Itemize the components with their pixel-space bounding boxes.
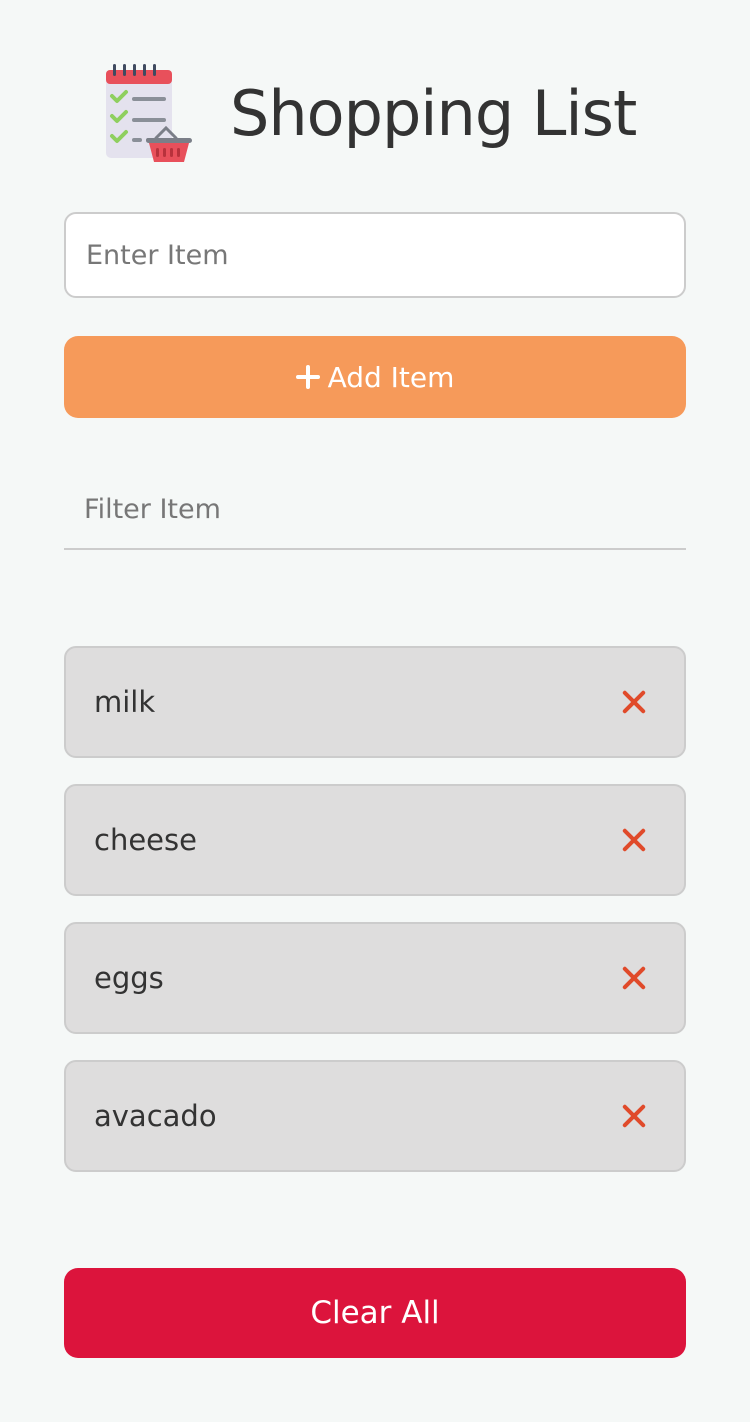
shopping-list-icon (106, 64, 192, 162)
shopping-list-app: Shopping List Add Item milk cheese eggs … (0, 0, 750, 1422)
filter-input[interactable] (64, 470, 686, 550)
list-item: cheese (64, 784, 686, 896)
add-item-button[interactable]: Add Item (64, 336, 686, 418)
item-input[interactable] (64, 212, 686, 298)
list-item: milk (64, 646, 686, 758)
item-label: avacado (94, 1099, 217, 1133)
plus-icon (295, 365, 320, 389)
item-label: eggs (94, 961, 164, 995)
list-item: avacado (64, 1060, 686, 1172)
list-item: eggs (64, 922, 686, 1034)
close-icon[interactable] (618, 1100, 650, 1132)
page-title: Shopping List (230, 77, 637, 150)
clear-all-button[interactable]: Clear All (64, 1268, 686, 1358)
item-label: milk (94, 685, 156, 719)
header: Shopping List (100, 62, 660, 166)
item-list: milk cheese eggs avacado (64, 646, 686, 1198)
close-icon[interactable] (618, 824, 650, 856)
close-icon[interactable] (618, 962, 650, 994)
add-item-label: Add Item (327, 360, 455, 394)
item-label: cheese (94, 823, 197, 857)
close-icon[interactable] (618, 686, 650, 718)
